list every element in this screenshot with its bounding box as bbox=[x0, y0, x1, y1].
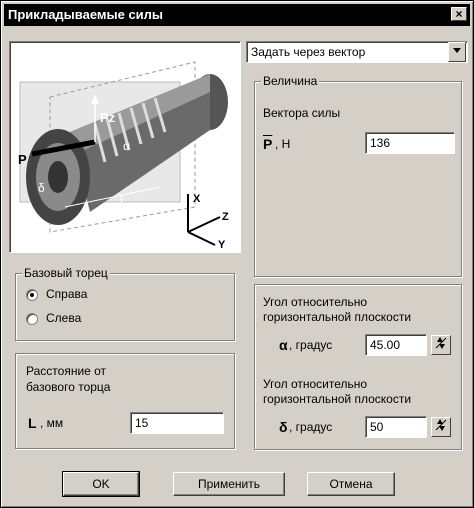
delta-spin-button[interactable] bbox=[431, 417, 451, 437]
radio-left[interactable] bbox=[26, 313, 38, 325]
alpha-title-line1: Угол относительно bbox=[263, 295, 368, 309]
delta-input[interactable]: 50 bbox=[365, 416, 427, 438]
spin-arrows-icon bbox=[435, 337, 447, 349]
dialog-window: Прикладываемые силы × P Pz α δ L X Z Y З… bbox=[0, 0, 474, 508]
delta-title-line1: Угол относительно bbox=[263, 377, 368, 391]
l-unit: , мм bbox=[40, 416, 64, 430]
radio-left-label[interactable]: Слева bbox=[46, 311, 81, 325]
diagram-label-l: L bbox=[120, 193, 127, 207]
p-symbol: P bbox=[263, 136, 273, 152]
dropdown-arrow-button[interactable] bbox=[448, 42, 466, 62]
diagram-label-alpha: α bbox=[123, 139, 130, 153]
vector-label: Вектора силы bbox=[263, 106, 341, 120]
alpha-symbol: α bbox=[279, 337, 288, 353]
magnitude-group: Величина Вектора силы P , Н 136 bbox=[254, 74, 462, 277]
base-face-legend: Базовый торец bbox=[22, 266, 110, 280]
diagram-label-pz: Pz bbox=[100, 110, 116, 125]
force-magnitude-value: 136 bbox=[370, 136, 391, 150]
delta-title-line2: горизонтальной плоскости bbox=[263, 392, 412, 406]
close-button[interactable]: × bbox=[451, 7, 467, 21]
p-unit: , Н bbox=[275, 137, 291, 151]
window-title: Прикладываемые силы bbox=[8, 7, 164, 22]
distance-label-line2: базового торца bbox=[26, 380, 111, 394]
angles-group: Угол относительно горизонтальной плоскос… bbox=[254, 284, 462, 450]
alpha-value: 45.00 bbox=[370, 338, 401, 352]
apply-button[interactable]: Применить bbox=[173, 472, 285, 496]
axis-label-z: Z bbox=[222, 211, 229, 223]
shaft-illustration: P Pz α δ L X Z Y bbox=[18, 61, 229, 251]
l-symbol: L bbox=[28, 415, 37, 431]
delta-value: 50 bbox=[370, 420, 384, 434]
alpha-unit: , градус bbox=[289, 338, 333, 352]
diagram-label-delta: δ bbox=[38, 181, 45, 195]
distance-input[interactable]: 15 bbox=[130, 412, 224, 434]
distance-label-line1: Расстояние от bbox=[26, 364, 107, 378]
radio-right[interactable] bbox=[26, 289, 38, 301]
mode-dropdown[interactable]: Задать через вектор bbox=[246, 41, 468, 63]
axis-label-x: X bbox=[193, 193, 201, 205]
radio-right-label[interactable]: Справа bbox=[46, 287, 87, 301]
force-magnitude-input[interactable]: 136 bbox=[365, 132, 455, 154]
chevron-down-icon bbox=[453, 48, 461, 53]
magnitude-legend: Величина bbox=[261, 74, 320, 88]
distance-group: Расстояние от базового торца L , мм 15 bbox=[15, 353, 235, 449]
delta-unit: , градус bbox=[289, 420, 333, 434]
cancel-button[interactable]: Отмена bbox=[307, 472, 395, 496]
title-bar: Прикладываемые силы × bbox=[4, 4, 470, 26]
delta-symbol: δ bbox=[279, 419, 288, 435]
distance-value: 15 bbox=[135, 416, 149, 430]
alpha-input[interactable]: 45.00 bbox=[365, 334, 427, 356]
base-face-group: Базовый торец Справа Слева bbox=[15, 266, 235, 341]
axis-label-y: Y bbox=[218, 239, 226, 251]
shaft-diagram: P Pz α δ L X Z Y bbox=[9, 41, 241, 253]
mode-dropdown-value: Задать через вектор bbox=[251, 45, 366, 59]
ok-button[interactable]: OK bbox=[62, 471, 140, 497]
alpha-title-line2: горизонтальной плоскости bbox=[263, 310, 412, 324]
alpha-spin-button[interactable] bbox=[431, 335, 451, 355]
diagram-label-p: P bbox=[18, 152, 27, 167]
spin-arrows-icon bbox=[435, 419, 447, 431]
